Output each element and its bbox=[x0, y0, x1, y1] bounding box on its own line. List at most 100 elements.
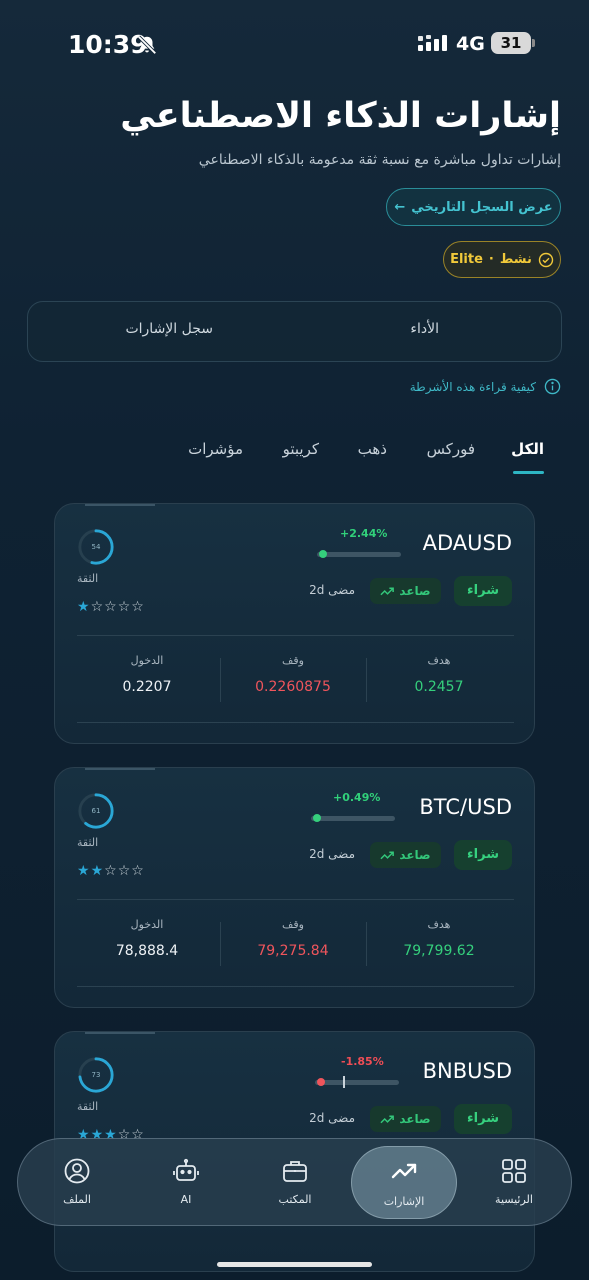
buy-badge: شراء bbox=[454, 1104, 512, 1134]
active-tab-indicator bbox=[513, 471, 544, 474]
signal-icon bbox=[418, 35, 447, 51]
signal-change: -1.85% bbox=[341, 1055, 384, 1068]
nav-desk[interactable]: المكتب bbox=[245, 1139, 345, 1227]
entry-label: الدخول bbox=[130, 918, 164, 931]
nav-home-label: الرئيسية bbox=[495, 1193, 533, 1206]
star-empty-icon: ☆ bbox=[131, 863, 145, 879]
card-divider bbox=[77, 635, 514, 636]
nav-ai[interactable]: AI bbox=[136, 1139, 236, 1227]
confidence-value: 54 bbox=[91, 543, 101, 551]
progress-marker bbox=[343, 1076, 345, 1088]
badge-status: نشط bbox=[499, 252, 532, 267]
signal-symbol: BNBUSD bbox=[422, 1059, 512, 1083]
signal-card[interactable]: ADAUSD +2.44% شراء صاعد مضى 2d 54 الثقة … bbox=[54, 503, 535, 744]
history-button-label: عرض السجل التاريخي bbox=[411, 199, 553, 215]
signal-change: +2.44% bbox=[340, 527, 388, 540]
toggle-performance[interactable]: الأداء bbox=[410, 321, 439, 337]
view-toggle: الأداء سجل الإشارات bbox=[27, 301, 562, 362]
plan-status-badge: نشط · Elite bbox=[443, 241, 561, 278]
tab-all[interactable]: الكل bbox=[511, 440, 544, 458]
nav-home[interactable]: الرئيسية bbox=[464, 1139, 564, 1227]
star-empty-icon: ☆ bbox=[104, 863, 118, 879]
trending-up-icon bbox=[380, 1114, 395, 1123]
bottom-nav: الرئيسية الإشارات المكتب AI الملف bbox=[17, 1138, 572, 1226]
badge-plan: Elite bbox=[450, 252, 483, 267]
signal-age: مضى 2d bbox=[309, 1111, 355, 1125]
progress-dot bbox=[312, 814, 321, 822]
trending-up-icon bbox=[380, 586, 395, 595]
direction-badge: صاعد bbox=[370, 578, 441, 604]
target-column: هدف 79,799.62 bbox=[366, 918, 512, 959]
stop-column: وقف 0.2260875 bbox=[220, 654, 366, 695]
entry-column: الدخول 78,888.4 bbox=[74, 918, 220, 959]
nav-profile[interactable]: الملف bbox=[27, 1139, 127, 1227]
direction-label: صاعد bbox=[399, 1112, 431, 1126]
tab-crypto[interactable]: كريبتو bbox=[283, 440, 319, 458]
confidence-label: الثقة bbox=[77, 1100, 99, 1113]
confidence-value: 61 bbox=[91, 807, 101, 815]
arrow-left-icon: ← bbox=[394, 199, 406, 215]
entry-column: الدخول 0.2207 bbox=[74, 654, 220, 695]
card-accent-line bbox=[85, 504, 155, 506]
stop-value: 0.2260875 bbox=[255, 679, 331, 695]
tab-forex[interactable]: فوركس bbox=[427, 440, 475, 458]
progress-track bbox=[315, 1076, 399, 1088]
star-empty-icon: ☆ bbox=[104, 599, 118, 615]
user-icon bbox=[64, 1158, 90, 1184]
card-divider bbox=[77, 722, 514, 723]
tab-indices[interactable]: مؤشرات bbox=[188, 440, 243, 458]
page-title: إشارات الذكاء الاصطناعي bbox=[120, 96, 561, 136]
buy-badge: شراء bbox=[454, 840, 512, 870]
confidence-value: 73 bbox=[91, 1071, 101, 1079]
signal-symbol: BTC/USD bbox=[419, 795, 512, 819]
signal-age: مضى 2d bbox=[309, 583, 355, 597]
star-filled-icon: ★ bbox=[77, 599, 91, 615]
progress-track bbox=[311, 814, 395, 822]
card-accent-line bbox=[85, 768, 155, 770]
column-separator bbox=[366, 922, 367, 966]
column-separator bbox=[220, 922, 221, 966]
signal-symbol: ADAUSD bbox=[422, 531, 512, 555]
progress-track bbox=[317, 550, 401, 558]
toggle-signal-log[interactable]: سجل الإشارات bbox=[125, 321, 213, 337]
nav-signals[interactable]: الإشارات bbox=[354, 1139, 454, 1227]
card-accent-line bbox=[85, 1032, 155, 1034]
signal-card[interactable]: BTC/USD +0.49% شراء صاعد مضى 2d 61 الثقة… bbox=[54, 767, 535, 1008]
signal-change: +0.49% bbox=[333, 791, 381, 804]
status-bar: 10:39 4G 31 bbox=[0, 0, 589, 88]
target-label: هدف bbox=[427, 918, 451, 931]
check-circle-icon bbox=[538, 252, 554, 267]
confidence-label: الثقة bbox=[77, 836, 99, 849]
direction-badge: صاعد bbox=[370, 1106, 441, 1132]
buy-badge: شراء bbox=[454, 576, 512, 606]
direction-label: صاعد bbox=[399, 848, 431, 862]
star-empty-icon: ☆ bbox=[131, 599, 145, 615]
stop-label: وقف bbox=[282, 918, 304, 931]
bell-muted-icon bbox=[137, 35, 157, 55]
entry-value: 0.2207 bbox=[122, 679, 172, 695]
signal-age: مضى 2d bbox=[309, 847, 355, 861]
badge-separator: · bbox=[488, 252, 494, 267]
confidence-label: الثقة bbox=[77, 572, 99, 585]
network-label: 4G bbox=[456, 33, 485, 55]
star-filled-icon: ★ bbox=[90, 863, 105, 879]
grid-icon bbox=[502, 1159, 526, 1183]
tab-gold[interactable]: ذهب bbox=[358, 440, 387, 458]
star-empty-icon: ☆ bbox=[117, 863, 132, 879]
robot-icon bbox=[173, 1158, 199, 1181]
entry-label: الدخول bbox=[130, 654, 164, 667]
star-empty-icon: ☆ bbox=[117, 599, 132, 615]
stop-label: وقف bbox=[282, 654, 304, 667]
info-icon bbox=[544, 378, 561, 395]
help-link[interactable]: كيفية قراءة هذه الأشرطة bbox=[410, 378, 561, 395]
card-divider bbox=[77, 986, 514, 987]
page-subtitle: إشارات تداول مباشرة مع نسبة ثقة مدعومة ب… bbox=[198, 152, 561, 168]
market-tabs: الكل فوركس ذهب كريبتو مؤشرات bbox=[0, 438, 589, 478]
home-indicator bbox=[217, 1262, 372, 1267]
trending-up-icon bbox=[391, 1163, 417, 1179]
battery-indicator: 31 bbox=[491, 32, 531, 54]
column-separator bbox=[220, 658, 221, 702]
view-history-button[interactable]: عرض السجل التاريخي ← bbox=[386, 188, 561, 226]
card-divider bbox=[77, 899, 514, 900]
target-value: 79,799.62 bbox=[403, 943, 475, 959]
